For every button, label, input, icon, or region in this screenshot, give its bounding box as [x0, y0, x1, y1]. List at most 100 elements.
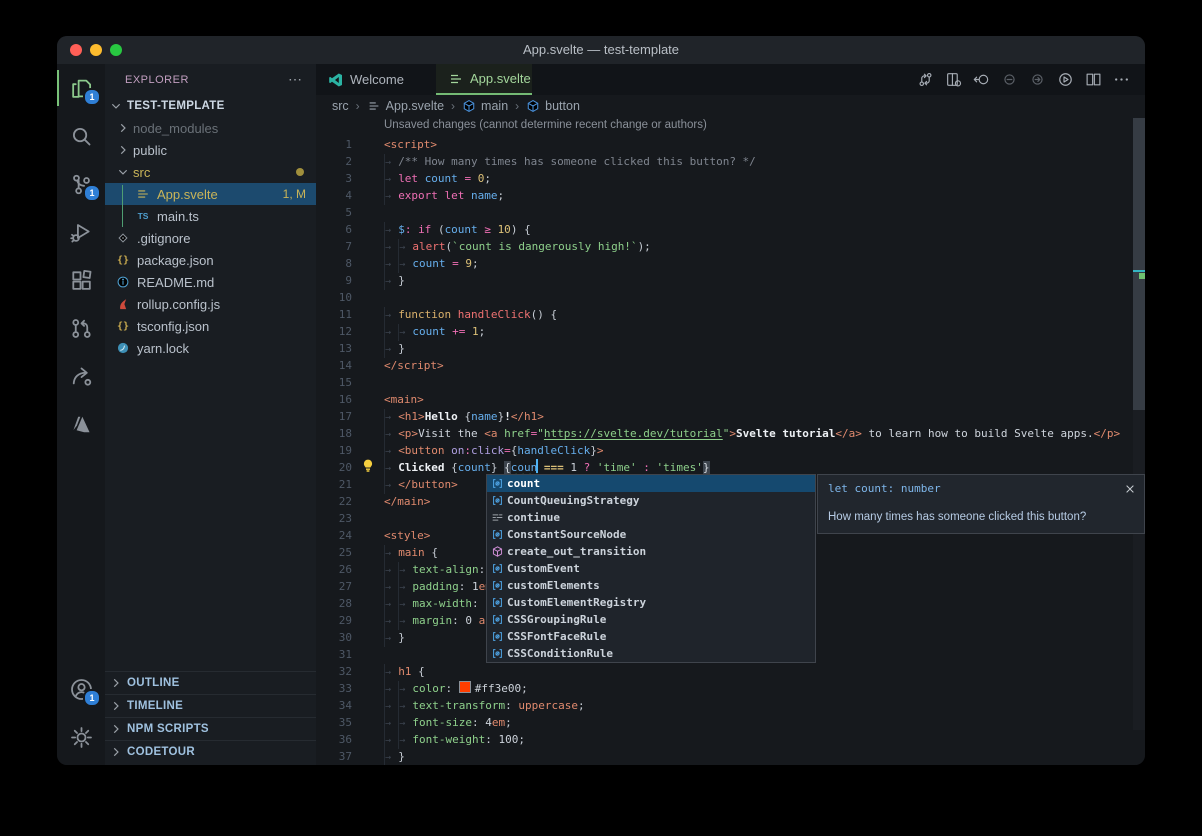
code-line-16[interactable]: 16<main> — [316, 391, 1132, 408]
run-file-icon[interactable] — [1051, 68, 1079, 92]
code-line-1[interactable]: 1<script> — [316, 136, 1132, 153]
sidebar-item-yarn-lock[interactable]: yarn.lock — [105, 337, 316, 359]
token-prop: margin — [412, 614, 452, 627]
token-bold: Svelte tutorial — [736, 427, 835, 440]
code-editor[interactable]: Unsaved changes (cannot determine recent… — [316, 117, 1145, 765]
breadcrumb-item-app-svelte[interactable]: App.svelte — [367, 99, 444, 113]
suggestion-customevent[interactable]: CustomEvent — [487, 560, 815, 577]
sidebar-item-package-json[interactable]: {}package.json — [105, 249, 316, 271]
code-line-9[interactable]: 9→} — [316, 272, 1132, 289]
suggestion-create-out-transition[interactable]: create_out_transition — [487, 543, 815, 560]
suggestion-customelements[interactable]: customElements — [487, 577, 815, 594]
indent-guide: → — [384, 664, 398, 681]
token-pun: ; — [505, 716, 512, 729]
line-number: 19 — [316, 442, 352, 459]
account-icon[interactable]: 1 — [57, 665, 105, 713]
settings-icon[interactable] — [57, 713, 105, 761]
code-line-13[interactable]: 13→} — [316, 340, 1132, 357]
extensions-icon[interactable] — [57, 256, 105, 304]
suggestion-countqueuingstrategy[interactable]: CountQueuingStrategy — [487, 492, 815, 509]
token-txt — [431, 223, 438, 236]
suggestion-customelementregistry[interactable]: CustomElementRegistry — [487, 594, 815, 611]
breadcrumb-item-src[interactable]: src — [332, 99, 349, 113]
source-control-icon[interactable]: 1 — [57, 160, 105, 208]
code-line-36[interactable]: 36→→font-weight: 100; — [316, 731, 1132, 748]
code-line-37[interactable]: 37→} — [316, 748, 1132, 765]
scrollbar-thumb[interactable] — [1133, 118, 1145, 410]
token-str: 'times' — [650, 461, 703, 474]
previous-change-icon[interactable] — [995, 68, 1023, 92]
suggestion-constantsourcenode[interactable]: ConstantSourceNode — [487, 526, 815, 543]
search-icon[interactable] — [57, 112, 105, 160]
azure-icon[interactable] — [57, 400, 105, 448]
sidebar-item-node-modules[interactable]: node_modules — [105, 117, 316, 139]
more-actions-icon[interactable] — [1107, 68, 1135, 92]
go-back-icon[interactable] — [967, 68, 995, 92]
next-change-icon[interactable] — [1023, 68, 1051, 92]
code-line-32[interactable]: 32→h1 { — [316, 663, 1132, 680]
titlebar[interactable]: App.svelte — test-template — [57, 36, 1145, 65]
code-line-33[interactable]: 33→→color: #ff3e00; — [316, 680, 1132, 697]
token-var: $ — [398, 223, 405, 236]
suggestion-cssconditionrule[interactable]: CSSConditionRule — [487, 645, 815, 662]
compare-changes-icon[interactable] — [911, 68, 939, 92]
run-debug-icon[interactable] — [57, 208, 105, 256]
suggestion-label: CSSConditionRule — [507, 647, 613, 660]
code-line-34[interactable]: 34→→text-transform: uppercase; — [316, 697, 1132, 714]
code-line-15[interactable]: 15 — [316, 374, 1132, 391]
code-line-6[interactable]: 6→$: if (count ≥ 10) { — [316, 221, 1132, 238]
tab-app-svelte[interactable]: App.svelte — [436, 64, 532, 95]
suggestion-count[interactable]: count — [487, 475, 815, 492]
explorer-icon[interactable]: 1 — [57, 64, 105, 112]
file-label: tsconfig.json — [137, 319, 209, 334]
code-line-35[interactable]: 35→→font-size: 4em; — [316, 714, 1132, 731]
breadcrumb-item-button[interactable]: button — [526, 99, 580, 113]
code-line-2[interactable]: 2→/** How many times has someone clicked… — [316, 153, 1132, 170]
section-timeline[interactable]: TIMELINE — [105, 694, 316, 717]
token-var: name — [471, 410, 498, 423]
tab-welcome[interactable]: Welcome — [316, 64, 436, 95]
section-npm-scripts[interactable]: NPM SCRIPTS — [105, 717, 316, 740]
sidebar-item-readme-md[interactable]: README.md — [105, 271, 316, 293]
suggestion-continue[interactable]: continue — [487, 509, 815, 526]
github-pr-icon[interactable] — [57, 304, 105, 352]
split-editor-icon[interactable] — [1079, 68, 1107, 92]
close-icon[interactable] — [1124, 480, 1138, 494]
indent-guide: → — [384, 715, 398, 732]
sidebar-item-public[interactable]: public — [105, 139, 316, 161]
activity-bar: 1 1 1 — [57, 64, 105, 765]
breadcrumb-item-main[interactable]: main — [462, 99, 508, 113]
sidebar-item-rollup-config-js[interactable]: rollup.config.js — [105, 293, 316, 315]
code-line-17[interactable]: 17→<h1>Hello {name}!</h1> — [316, 408, 1132, 425]
open-changes-icon[interactable] — [939, 68, 967, 92]
code-line-11[interactable]: 11→function handleClick() { — [316, 306, 1132, 323]
section-codetour[interactable]: CODETOUR — [105, 740, 316, 763]
sidebar-item-tsconfig-json[interactable]: {}tsconfig.json — [105, 315, 316, 337]
section-outline[interactable]: OUTLINE — [105, 671, 316, 694]
indent-guide: → — [384, 460, 398, 477]
explorer-root-folder[interactable]: TEST-TEMPLATE — [105, 95, 316, 117]
suggestion-cssfontfacerule[interactable]: CSSFontFaceRule — [487, 628, 815, 645]
line-number: 18 — [316, 425, 352, 442]
code-line-19[interactable]: 19→<button on:click={handleClick}> — [316, 442, 1132, 459]
sidebar-item--gitignore[interactable]: .gitignore — [105, 227, 316, 249]
lightbulb-icon[interactable] — [360, 458, 376, 474]
code-line-3[interactable]: 3→let count = 0; — [316, 170, 1132, 187]
sidebar-item-src[interactable]: src — [105, 161, 316, 183]
code-line-14[interactable]: 14</script> — [316, 357, 1132, 374]
sidebar-more-actions-icon[interactable]: ⋯ — [288, 71, 302, 88]
code-line-7[interactable]: 7→→alert(`count is dangerously high!`); — [316, 238, 1132, 255]
sidebar-item-app-svelte[interactable]: App.svelte1, M — [105, 183, 316, 205]
code-line-8[interactable]: 8→→count = 9; — [316, 255, 1132, 272]
code-line-4[interactable]: 4→export let name; — [316, 187, 1132, 204]
code-line-12[interactable]: 12→→count += 1; — [316, 323, 1132, 340]
line-number: 2 — [316, 153, 352, 170]
live-share-icon[interactable] — [57, 352, 105, 400]
suggestion-cssgroupingrule[interactable]: CSSGroupingRule — [487, 611, 815, 628]
indent-guide: → — [384, 749, 398, 765]
code-line-5[interactable]: 5 — [316, 204, 1132, 221]
ts-icon: TS — [135, 208, 151, 224]
code-line-18[interactable]: 18→<p>Visit the <a href="https://svelte.… — [316, 425, 1132, 442]
code-line-10[interactable]: 10 — [316, 289, 1132, 306]
sidebar-item-main-ts[interactable]: TSmain.ts — [105, 205, 316, 227]
